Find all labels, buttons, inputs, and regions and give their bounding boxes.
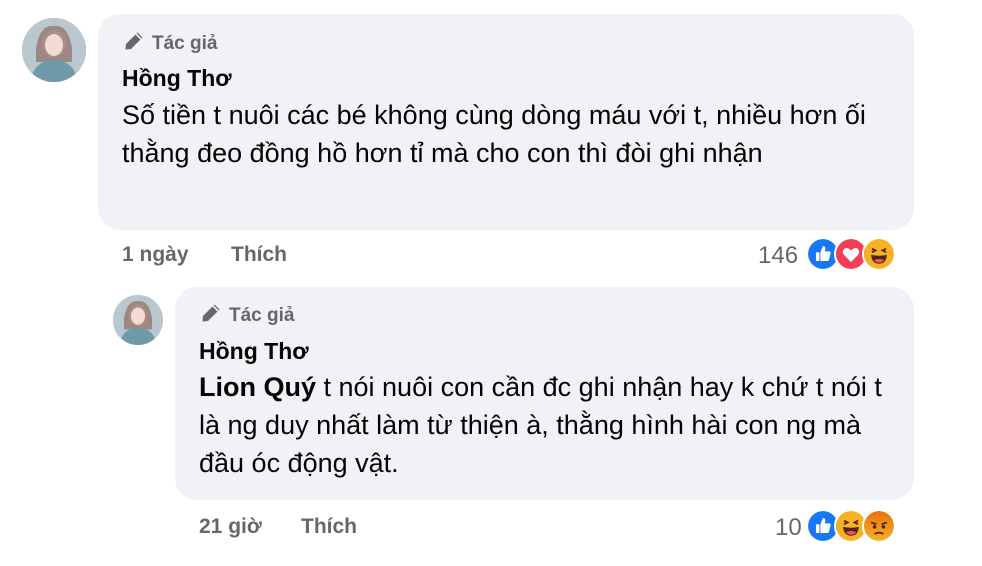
- comment-text: Số tiền t nuôi các bé không cùng dòng má…: [122, 100, 866, 168]
- comment-time[interactable]: 1 ngày: [122, 243, 189, 267]
- author-badge: Tác giả: [199, 301, 294, 331]
- reaction-count[interactable]: 146: [758, 242, 798, 270]
- comment-time[interactable]: 21 giờ: [199, 515, 262, 539]
- pen-icon: [122, 29, 146, 59]
- pen-icon: [199, 301, 223, 331]
- author-badge: Tác giả: [122, 29, 217, 59]
- comment-author[interactable]: Hồng Thơ: [122, 65, 232, 92]
- like-button[interactable]: Thích: [231, 243, 287, 267]
- comment-author[interactable]: Hồng Thơ: [199, 338, 309, 365]
- mention-link[interactable]: Lion Quý: [199, 372, 316, 402]
- author-badge-label: Tác giả: [152, 33, 218, 54]
- reaction-summary[interactable]: [806, 509, 896, 543]
- reaction-summary[interactable]: [806, 237, 896, 271]
- avatar[interactable]: [113, 295, 163, 345]
- author-badge-label: Tác giả: [229, 305, 295, 326]
- reaction-count[interactable]: 10: [775, 514, 802, 542]
- reply-text-block: Lion Quý t nói nuôi con cần đc ghi nhận …: [199, 368, 899, 482]
- like-button[interactable]: Thích: [301, 515, 357, 539]
- avatar[interactable]: [22, 18, 86, 82]
- angry-icon: [862, 509, 896, 543]
- haha-icon: [862, 237, 896, 271]
